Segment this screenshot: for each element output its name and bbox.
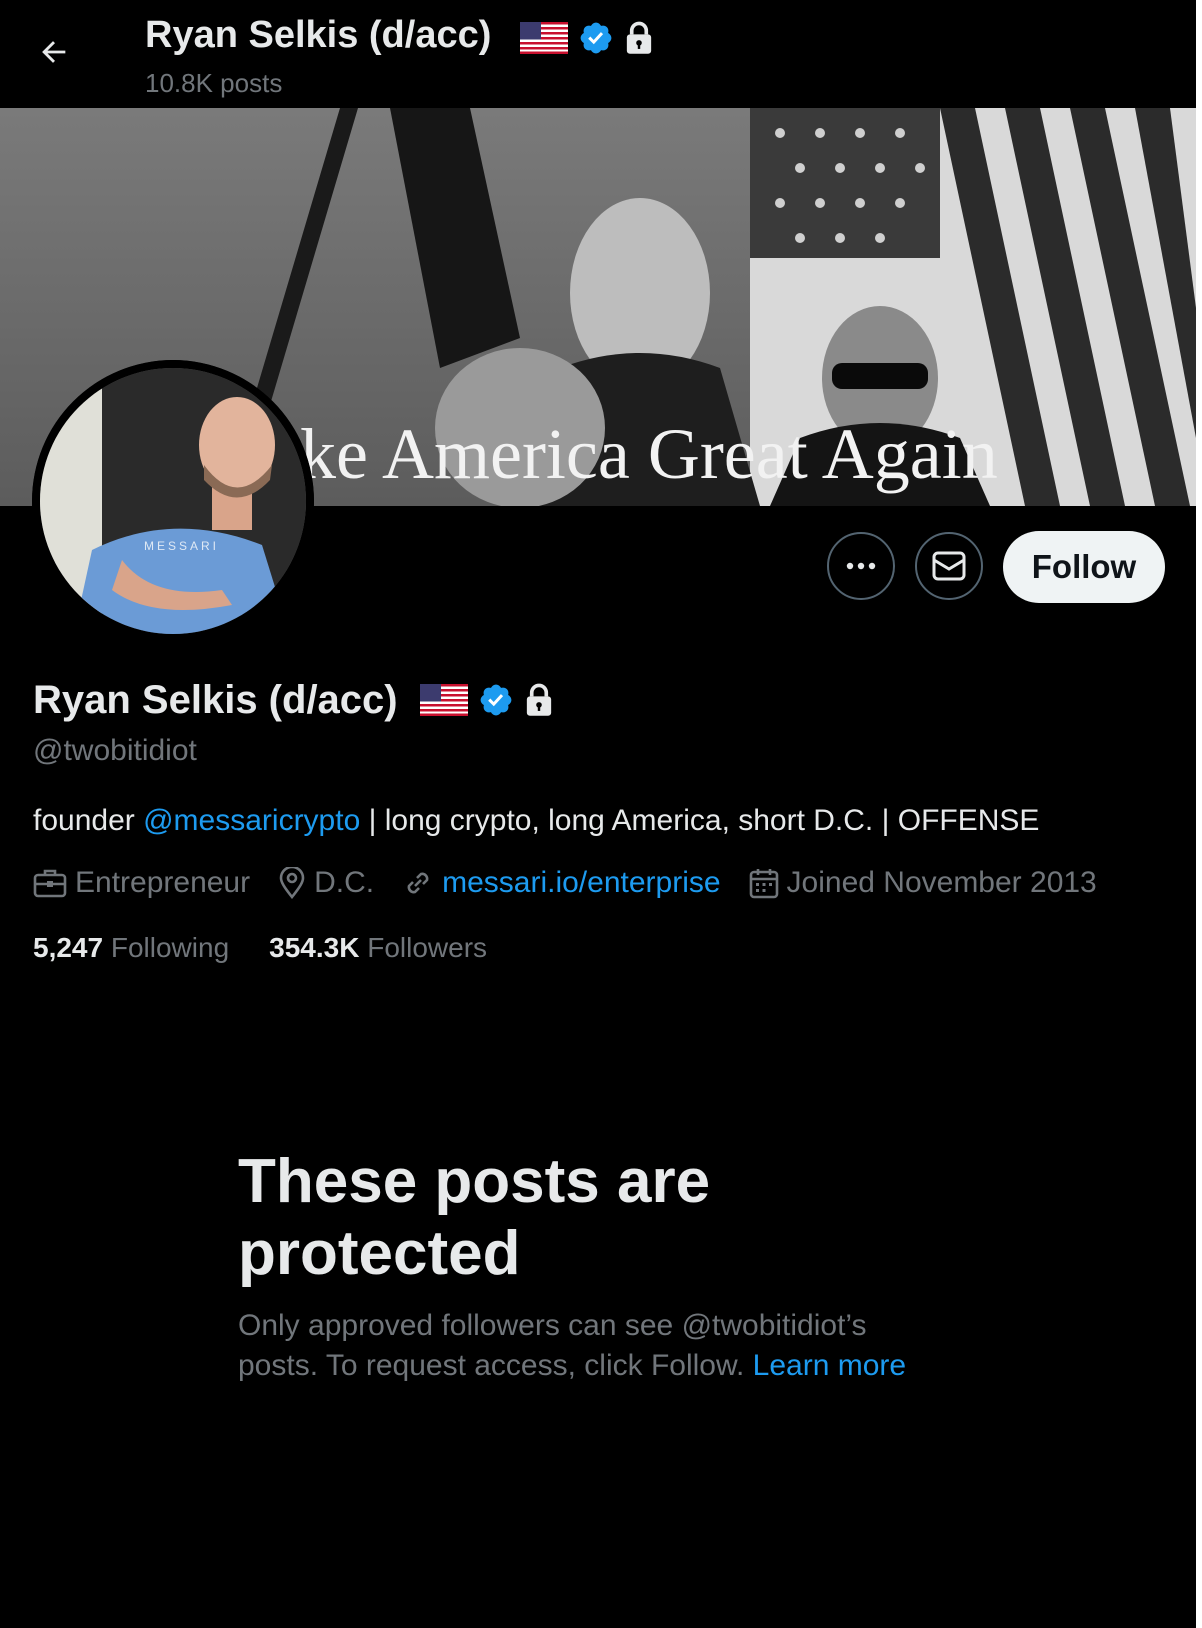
calendar-icon <box>749 869 778 899</box>
meta-location-text: D.C. <box>314 866 375 899</box>
profile-avatar[interactable]: MESSARI <box>32 360 314 642</box>
followers-label: Followers <box>367 932 488 963</box>
profile-counts: 5,247 Following 354.3K Followers <box>33 932 527 964</box>
lock-icon <box>626 21 652 54</box>
bio-suffix: | long crypto, long America, short D.C. … <box>360 804 1040 837</box>
lock-icon <box>526 683 552 716</box>
follow-button[interactable]: Follow <box>1003 531 1165 603</box>
profile-page: Ryan Selkis (d/acc) 10.8K posts ke Ameri… <box>0 0 1196 1628</box>
followers-count-link[interactable]: 354.3K Followers <box>269 932 487 964</box>
header-posts-count: 10.8K posts <box>145 68 283 98</box>
protected-description: Only approved followers can see @twobiti… <box>238 1306 938 1386</box>
header-badges <box>520 20 654 56</box>
profile-handle: @twobitidiot <box>33 734 197 767</box>
briefcase-icon <box>33 869 67 898</box>
us-flag-icon <box>420 684 468 716</box>
location-pin-icon <box>279 867 305 899</box>
protected-title: These posts are protected <box>238 1147 711 1288</box>
verified-badge-icon[interactable] <box>478 682 514 718</box>
more-options-button[interactable] <box>827 532 895 600</box>
profile-bio: founder @messaricrypto | long crypto, lo… <box>33 804 1039 838</box>
back-arrow-icon <box>42 41 66 63</box>
meta-website-link[interactable]: messari.io/enterprise <box>442 866 720 900</box>
meta-location: D.C. <box>278 866 374 900</box>
bio-mention-link[interactable]: @messaricrypto <box>143 804 360 837</box>
meta-joined-text: Joined November 2013 <box>786 866 1097 899</box>
bio-prefix: founder <box>33 804 144 837</box>
following-value: 5,247 <box>33 932 104 963</box>
profile-display-name: Ryan Selkis (d/acc) <box>33 678 398 722</box>
learn-more-link[interactable]: Learn more <box>753 1349 906 1382</box>
mail-icon <box>932 551 966 581</box>
us-flag-icon <box>520 22 568 54</box>
following-count-link[interactable]: 5,247 Following <box>33 932 229 964</box>
avatar-photo: MESSARI <box>32 360 314 642</box>
meta-joined: Joined November 2013 <box>749 866 1097 900</box>
followers-value: 354.3K <box>269 932 360 963</box>
header-display-name: Ryan Selkis (d/acc) <box>145 14 492 56</box>
more-icon <box>846 562 876 570</box>
meta-website[interactable]: messari.io/enterprise <box>402 866 721 900</box>
following-label: Following <box>110 932 230 963</box>
verified-badge-icon <box>580 22 612 54</box>
profile-header-bar: Ryan Selkis (d/acc) 10.8K posts <box>0 0 1196 108</box>
message-button[interactable] <box>915 532 983 600</box>
back-button[interactable] <box>34 32 74 72</box>
meta-category: Entrepreneur <box>33 866 250 900</box>
profile-meta-row: Entrepreneur D.C. messari.io/enterprise … <box>33 866 1125 900</box>
svg-text:MESSARI: MESSARI <box>144 539 219 553</box>
meta-category-text: Entrepreneur <box>75 866 251 899</box>
link-icon <box>407 872 429 894</box>
banner-caption: ke America Great Again <box>300 414 998 494</box>
profile-badges <box>420 682 554 718</box>
